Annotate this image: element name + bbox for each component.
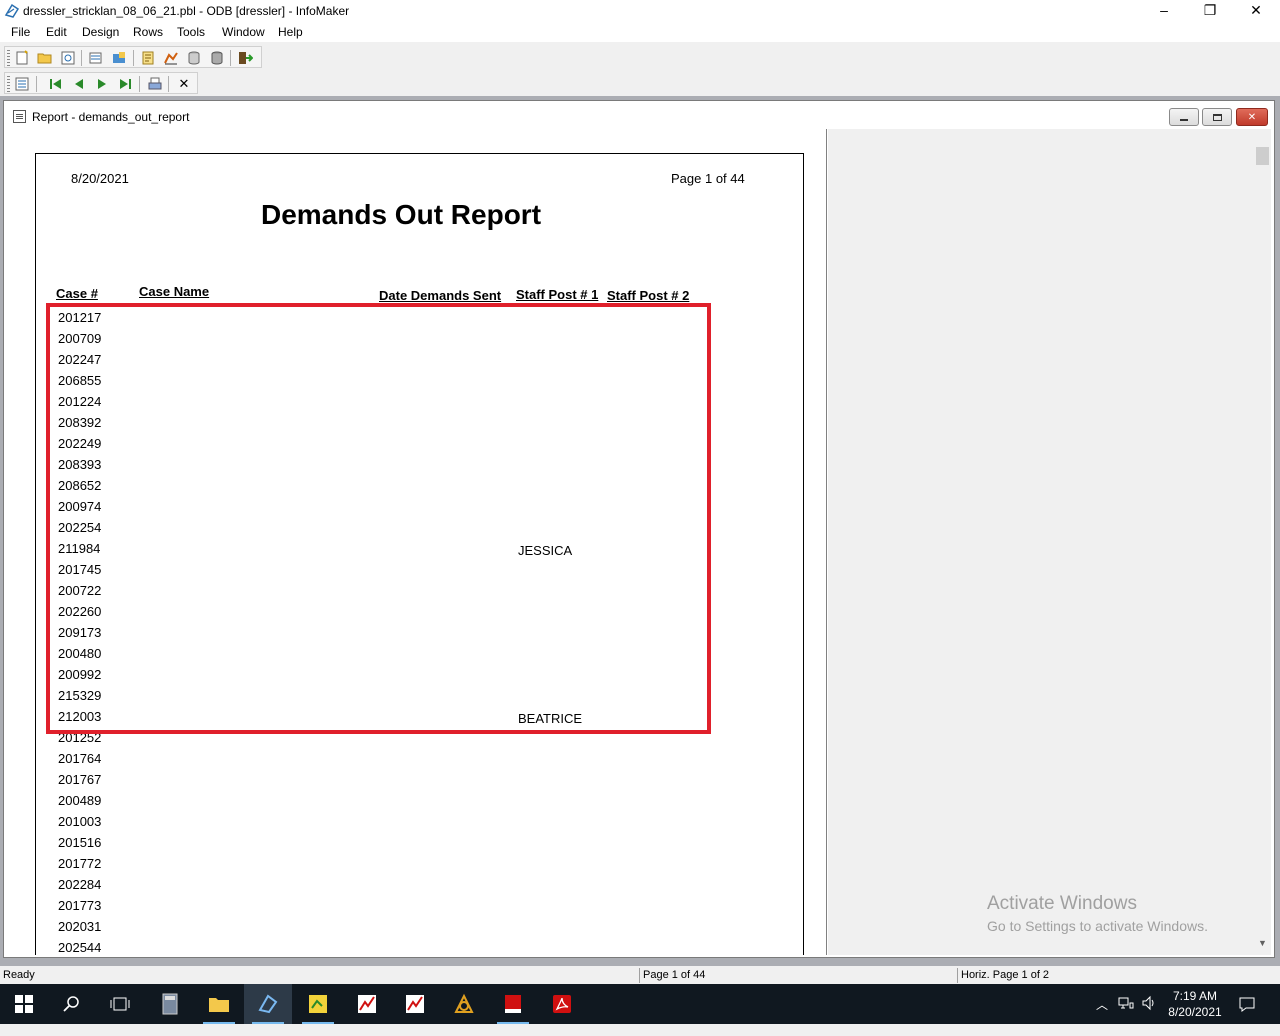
new-icon[interactable] — [13, 49, 31, 67]
vertical-scrollbar[interactable]: ▼ — [1254, 129, 1271, 955]
watermark-line2: Go to Settings to activate Windows. — [987, 918, 1208, 934]
last-page-icon[interactable] — [116, 75, 134, 93]
case-number-cell: 202031 — [58, 919, 102, 934]
restore-button[interactable]: ❐ — [1187, 0, 1233, 22]
first-page-icon[interactable] — [47, 75, 65, 93]
database-painter-icon[interactable] — [208, 49, 226, 67]
child-titlebar: Report - demands_out_report ✕ — [4, 101, 1274, 131]
toolbar-separator — [139, 76, 140, 92]
clock-time: 7:19 AM — [1172, 989, 1218, 1003]
database-icon[interactable] — [185, 49, 203, 67]
status-bar: Ready Page 1 of 44 Horiz. Page 1 of 2 — [0, 966, 1280, 984]
header-staff-post-1: Staff Post # 1 — [516, 287, 599, 302]
menu-file[interactable]: File — [11, 25, 30, 39]
app-drafting-icon[interactable] — [440, 984, 488, 1024]
task-view-icon[interactable] — [96, 984, 144, 1024]
report-document-icon — [13, 110, 26, 123]
acrobat-pdf-icon[interactable] — [538, 984, 586, 1024]
toolbar-grip[interactable] — [7, 50, 10, 66]
case-number-cell: 200489 — [58, 793, 102, 808]
window-titlebar: dressler_stricklan_08_06_21.pbl - ODB [d… — [0, 0, 1280, 22]
infomaker-taskbar-icon[interactable] — [244, 984, 292, 1024]
close-preview-icon[interactable]: ✕ — [175, 75, 193, 93]
print-icon[interactable] — [146, 75, 164, 93]
case-number-cell: 201516 — [58, 835, 102, 850]
toolbar-preview-group: ✕ — [4, 72, 198, 94]
report-title: Demands Out Report — [260, 199, 542, 230]
query-icon[interactable] — [110, 49, 128, 67]
menu-design[interactable]: Design — [82, 25, 119, 39]
minimize-button[interactable]: – — [1141, 0, 1187, 22]
report-date: 8/20/2021 — [71, 171, 129, 186]
graph-icon[interactable] — [162, 49, 180, 67]
toolbar-preview: ✕ — [0, 70, 1280, 96]
toolbar-separator — [230, 50, 231, 66]
exit-icon[interactable] — [236, 49, 254, 67]
script-icon[interactable] — [139, 49, 157, 67]
scrollbar-thumb[interactable] — [1256, 147, 1269, 165]
menu-bar: File Edit Design Rows Tools Window Help — [0, 22, 1280, 42]
toolbar-main — [0, 44, 1280, 70]
report-icon[interactable] — [13, 75, 31, 93]
toolbar-main-group — [4, 46, 262, 68]
preview-icon[interactable] — [59, 49, 77, 67]
notification-icon[interactable] — [1238, 995, 1256, 1035]
previous-page-icon[interactable] — [70, 75, 88, 93]
infomaker-app-icon — [4, 3, 20, 18]
header-case-name: Case Name — [139, 284, 210, 299]
case-number-cell: 202544 — [58, 940, 102, 955]
file-explorer-icon[interactable] — [195, 984, 243, 1024]
menu-help[interactable]: Help — [278, 25, 303, 39]
tray-overflow-icon[interactable]: ︿ — [1096, 996, 1108, 1036]
toolbar-separator — [81, 50, 82, 66]
status-ready: Ready — [3, 969, 35, 981]
report-page-number: Page 1 of 44 — [671, 171, 745, 186]
child-window-title: Report - demands_out_report — [32, 110, 190, 124]
status-horiz-page: Horiz. Page 1 of 2 — [957, 968, 1277, 983]
watermark-line1: Activate Windows — [987, 893, 1137, 914]
child-minimize-button[interactable] — [1169, 108, 1199, 126]
case-number-cell: 201764 — [58, 751, 102, 766]
app-stock-icon-2[interactable] — [391, 984, 439, 1024]
toolbar-separator — [133, 50, 134, 66]
header-staff-post-2: Staff Post # 2 — [607, 288, 690, 303]
activate-windows-watermark: Activate Windows Go to Settings to activ… — [987, 893, 1208, 934]
next-page-icon[interactable] — [93, 75, 111, 93]
windows-start-icon[interactable] — [0, 984, 48, 1024]
toolbar-separator — [36, 76, 37, 92]
app-n-icon[interactable] — [489, 984, 537, 1024]
network-icon[interactable] — [1118, 995, 1134, 1035]
toolbar-separator — [168, 76, 169, 92]
case-number-cell: 201773 — [58, 898, 102, 913]
header-case-number: Case # — [56, 286, 98, 301]
menu-tools[interactable]: Tools — [177, 25, 205, 39]
open-folder-icon[interactable] — [36, 49, 54, 67]
status-page: Page 1 of 44 — [639, 968, 957, 983]
report-right-pane[interactable] — [828, 129, 1254, 955]
scroll-down-arrow-icon[interactable]: ▼ — [1254, 935, 1271, 952]
menu-edit[interactable]: Edit — [46, 25, 67, 39]
case-number-cell: 201772 — [58, 856, 102, 871]
menu-rows[interactable]: Rows — [133, 25, 163, 39]
child-restore-button[interactable] — [1202, 108, 1232, 126]
close-button[interactable]: ✕ — [1233, 0, 1279, 22]
datawindow-icon[interactable] — [87, 49, 105, 67]
toolbar-grip[interactable] — [7, 76, 10, 92]
case-number-cell: 202284 — [58, 877, 102, 892]
volume-icon[interactable] — [1141, 995, 1157, 1035]
clock-date: 8/20/2021 — [1168, 1005, 1222, 1019]
system-clock[interactable]: 7:19 AM 8/20/2021 — [1160, 988, 1230, 1020]
calculator-icon[interactable] — [146, 984, 194, 1024]
search-icon[interactable] — [48, 984, 96, 1024]
header-date-demands-sent: Date Demands Sent — [379, 288, 502, 303]
app-chart-icon[interactable] — [294, 984, 342, 1024]
taskbar: ︿ 7:19 AM 8/20/2021 — [0, 984, 1280, 1024]
child-close-button[interactable]: ✕ — [1236, 108, 1268, 126]
highlight-box — [46, 303, 711, 734]
window-title: dressler_stricklan_08_06_21.pbl - ODB [d… — [23, 4, 350, 18]
app-stock-icon[interactable] — [343, 984, 391, 1024]
case-number-cell: 201767 — [58, 772, 102, 787]
case-number-cell: 201003 — [58, 814, 102, 829]
menu-window[interactable]: Window — [222, 25, 265, 39]
